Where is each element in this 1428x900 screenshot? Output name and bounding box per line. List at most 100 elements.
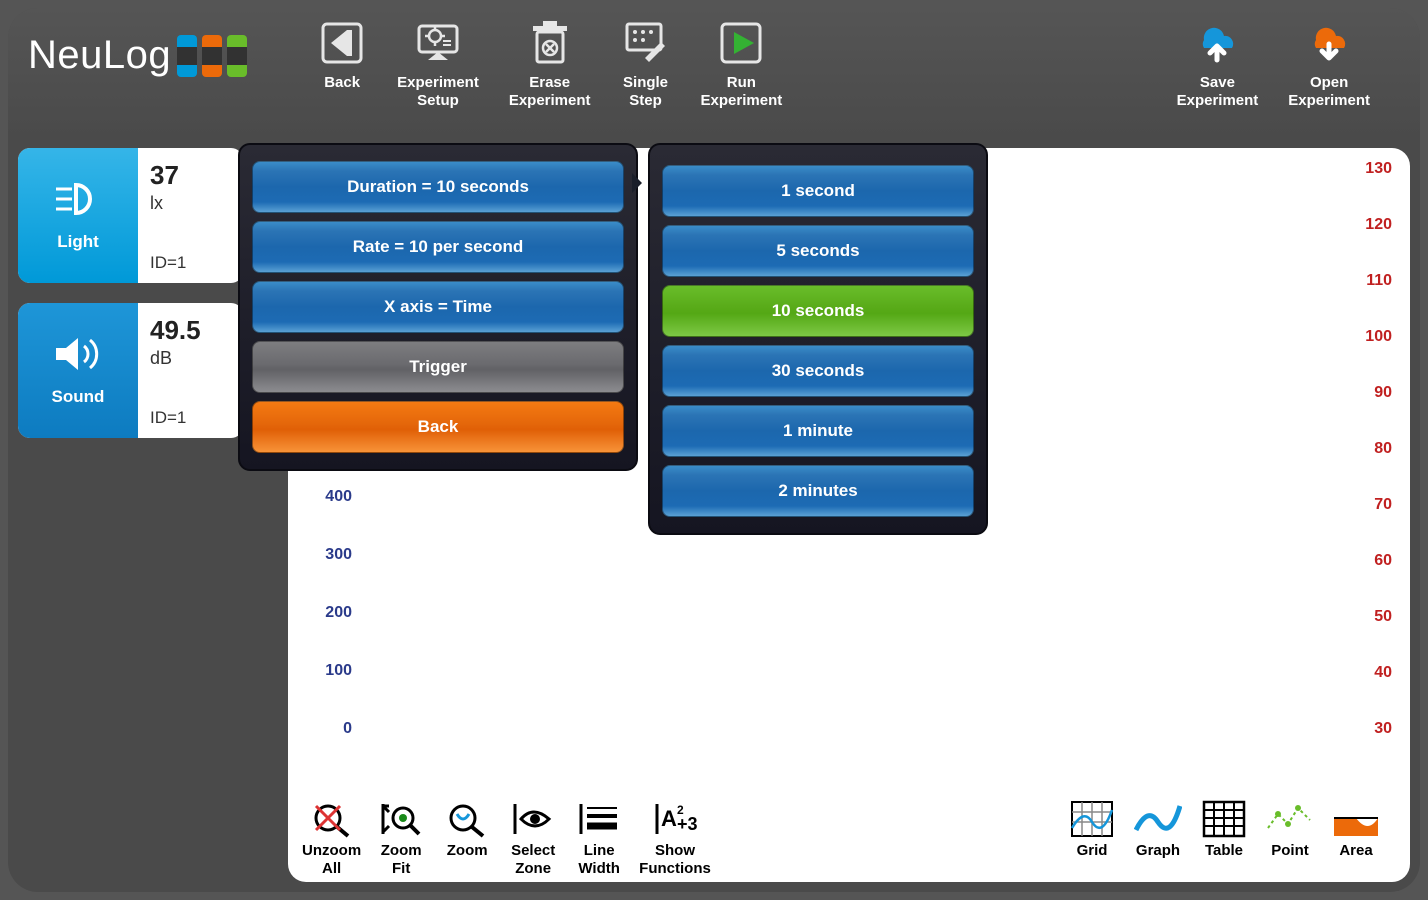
axis-tick: 50 (1374, 608, 1392, 626)
zoom-fit-icon (375, 798, 427, 840)
show-functions-button[interactable]: A2+3Show Functions (639, 798, 711, 878)
point-button[interactable]: Point (1264, 798, 1316, 860)
line-width-button[interactable]: Line Width (573, 798, 625, 878)
toolbar-label: Erase Experiment (509, 74, 591, 110)
duration-option[interactable]: 30 seconds (662, 345, 974, 397)
back-icon (317, 18, 367, 68)
duration-button[interactable]: Duration = 10 seconds (252, 161, 624, 213)
run-experiment-button[interactable]: Run Experiment (701, 18, 783, 110)
eye-icon (507, 798, 559, 840)
axis-tick: 130 (1365, 160, 1392, 178)
sensor-info: 49.5 dB ID=1 (138, 303, 243, 438)
single-step-button[interactable]: Single Step (621, 18, 671, 110)
sensor-name: Sound (52, 387, 105, 407)
sensor-id: ID=1 (150, 408, 233, 428)
sensor-tile-sound: Sound (18, 303, 138, 438)
rate-button[interactable]: Rate = 10 per second (252, 221, 624, 273)
table-icon (1198, 798, 1250, 840)
duration-option-selected[interactable]: 10 seconds (662, 285, 974, 337)
axis-tick: 0 (343, 720, 352, 738)
trash-icon (525, 18, 575, 68)
cloud-download-icon (1304, 18, 1354, 68)
graph-icon (1132, 798, 1184, 840)
axis-tick: 60 (1374, 552, 1392, 570)
step-pencil-icon (621, 18, 671, 68)
grid-icon (1066, 798, 1118, 840)
btn-label: Back (418, 417, 459, 437)
tool-label: Area (1339, 842, 1372, 860)
sensor-name: Light (57, 232, 99, 252)
zoom-icon (441, 798, 493, 840)
experiment-setup-popup: Duration = 10 seconds Rate = 10 per seco… (238, 143, 638, 471)
functions-icon: A2+3 (649, 798, 701, 840)
brand-logo: NeuLog (28, 33, 247, 78)
save-experiment-button[interactable]: Save Experiment (1177, 18, 1259, 110)
tool-label: Graph (1136, 842, 1180, 860)
axis-tick: 100 (325, 662, 352, 680)
unzoom-all-icon (306, 798, 358, 840)
toolbar-label: Experiment Setup (397, 74, 479, 110)
duration-option[interactable]: 1 minute (662, 405, 974, 457)
axis-tick: 70 (1374, 496, 1392, 514)
sensor-card-light[interactable]: Light 37 lx ID=1 (18, 148, 243, 283)
point-icon (1264, 798, 1316, 840)
zoom-fit-button[interactable]: Zoom Fit (375, 798, 427, 878)
select-zone-button[interactable]: Select Zone (507, 798, 559, 878)
xaxis-button[interactable]: X axis = Time (252, 281, 624, 333)
toolbar-left: Back Experiment Setup Erase Experiment S… (317, 18, 782, 110)
opt-label: 5 seconds (776, 241, 859, 261)
tool-label: Select Zone (511, 842, 555, 878)
cloud-upload-icon (1192, 18, 1242, 68)
open-experiment-button[interactable]: Open Experiment (1288, 18, 1370, 110)
axis-tick: 40 (1374, 664, 1392, 682)
opt-label: 30 seconds (772, 361, 865, 381)
toolbar-label: Back (324, 74, 360, 92)
axis-tick: 120 (1365, 216, 1392, 234)
tool-label: Point (1271, 842, 1309, 860)
unzoom-all-button[interactable]: Unzoom All (302, 798, 361, 878)
axis-tick: 30 (1374, 720, 1392, 738)
sensor-id: ID=1 (150, 253, 233, 273)
back-button[interactable]: Back (317, 18, 367, 110)
axis-tick: 400 (325, 488, 352, 506)
sensor-card-sound[interactable]: Sound 49.5 dB ID=1 (18, 303, 243, 438)
graph-button[interactable]: Graph (1132, 798, 1184, 860)
zoom-button[interactable]: Zoom (441, 798, 493, 860)
opt-label: 10 seconds (772, 301, 865, 321)
area-button[interactable]: Area (1330, 798, 1382, 860)
toolbar-label: Single Step (623, 74, 668, 110)
grid-button[interactable]: Grid (1066, 798, 1118, 860)
tool-label: Line Width (578, 842, 620, 878)
gear-monitor-icon (413, 18, 463, 68)
sensor-value: 37 (150, 160, 233, 191)
trigger-button[interactable]: Trigger (252, 341, 624, 393)
back-popup-button[interactable]: Back (252, 401, 624, 453)
brand-text: NeuLog (28, 33, 171, 78)
toolbar-right: Save Experiment Open Experiment (1177, 18, 1370, 110)
erase-experiment-button[interactable]: Erase Experiment (509, 18, 591, 110)
duration-option[interactable]: 5 seconds (662, 225, 974, 277)
btn-label: X axis = Time (384, 297, 492, 317)
tool-label: Zoom Fit (381, 842, 422, 878)
brand-mark-icon (177, 35, 247, 77)
sensor-unit: lx (150, 193, 233, 214)
sensor-tile-light: Light (18, 148, 138, 283)
axis-tick: 90 (1374, 384, 1392, 402)
toolbar-label: Save Experiment (1177, 74, 1259, 110)
tool-label: Unzoom All (302, 842, 361, 878)
axis-tick: 100 (1365, 328, 1392, 346)
lines-icon (573, 798, 625, 840)
duration-option[interactable]: 1 second (662, 165, 974, 217)
sensor-unit: dB (150, 348, 233, 369)
axis-tick: 300 (325, 546, 352, 564)
app-frame: NeuLog Back Experiment Setup (8, 8, 1420, 892)
axis-tick: 200 (325, 604, 352, 622)
experiment-setup-button[interactable]: Experiment Setup (397, 18, 479, 110)
toolbar-label: Open Experiment (1288, 74, 1370, 110)
svg-text:A: A (661, 806, 677, 831)
table-button[interactable]: Table (1198, 798, 1250, 860)
sensor-panel: Light 37 lx ID=1 Sound 49.5 dB ID=1 (18, 148, 243, 458)
btn-label: Duration = 10 seconds (347, 177, 529, 197)
duration-option[interactable]: 2 minutes (662, 465, 974, 517)
sensor-value: 49.5 (150, 315, 233, 346)
